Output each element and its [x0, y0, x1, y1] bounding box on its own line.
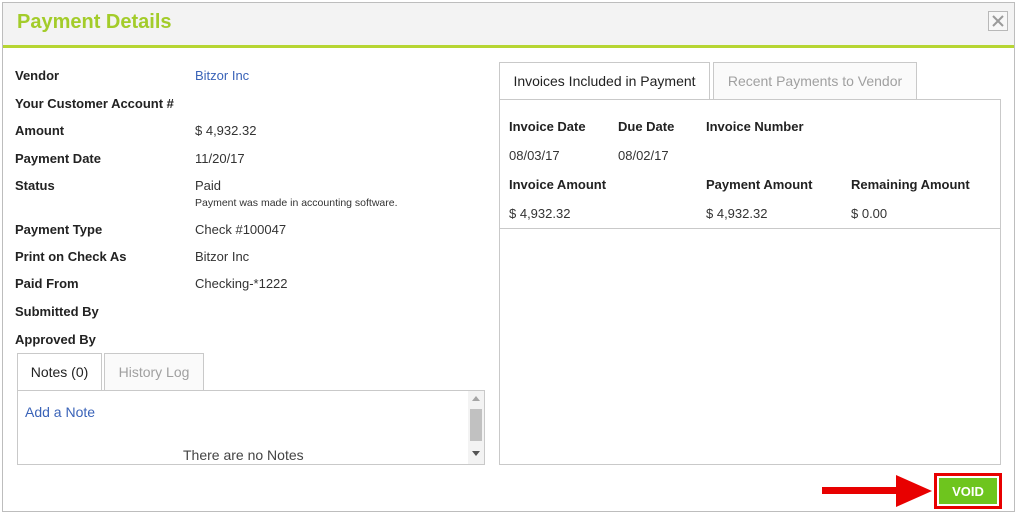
arrow-right-icon	[822, 475, 932, 507]
tab-invoices-included[interactable]: Invoices Included in Payment	[499, 62, 710, 100]
paid-from-label: Paid From	[15, 276, 79, 291]
amount-label: Amount	[15, 123, 65, 138]
dialog-title: Payment Details	[17, 11, 172, 33]
payment-date-value: 11/20/17	[195, 151, 245, 166]
payment-amount-value: $ 4,932.32	[706, 206, 768, 221]
print-as-value: Bitzor Inc	[195, 249, 250, 264]
header-payment-amount: Payment Amount	[706, 177, 813, 192]
table-divider	[500, 228, 1000, 229]
tab-notes[interactable]: Notes (0)	[17, 353, 102, 391]
invoice-amount-link[interactable]: $ 4,932.32	[509, 206, 570, 221]
due-date-value: 08/02/17	[618, 148, 669, 163]
scroll-down-icon[interactable]	[472, 451, 480, 456]
paid-from-value: Checking-*1222	[195, 276, 288, 291]
header-remaining-amount: Remaining Amount	[851, 177, 970, 192]
close-button[interactable]	[988, 11, 1008, 31]
close-icon	[992, 15, 1004, 27]
vendor-label: Vendor	[15, 68, 60, 83]
dialog-header: Payment Details	[3, 3, 1014, 48]
header-due-date: Due Date	[618, 119, 675, 134]
header-invoice-amount: Invoice Amount	[509, 177, 607, 192]
payment-date-label: Payment Date	[15, 151, 101, 166]
void-highlight: VOID	[934, 473, 1002, 509]
tab-history-log[interactable]: History Log	[104, 353, 204, 391]
invoices-panel: Invoice Date Due Date Invoice Number 08/…	[499, 99, 1001, 465]
print-as-label: Print on Check As	[15, 249, 127, 264]
header-invoice-number: Invoice Number	[706, 119, 804, 134]
status-label: Status	[15, 178, 55, 193]
scrollbar-thumb[interactable]	[470, 409, 482, 441]
payment-type-label: Payment Type	[15, 222, 103, 237]
account-label: Your Customer Account #	[15, 96, 174, 111]
remaining-amount-value: $ 0.00	[851, 206, 888, 221]
scroll-up-icon[interactable]	[472, 396, 480, 401]
status-value: Paid	[195, 178, 222, 193]
tab-recent-payments[interactable]: Recent Payments to Vendor	[713, 62, 917, 100]
notes-panel: Add a Note There are no Notes	[17, 390, 485, 465]
no-notes-text: There are no Notes	[183, 447, 304, 463]
submitted-by-label: Submitted By	[15, 304, 99, 319]
add-note-link[interactable]: Add a Note	[25, 404, 95, 420]
notes-scrollbar[interactable]	[468, 391, 484, 464]
status-note: Payment was made in accounting software.	[195, 197, 398, 209]
payment-type-value: Check #100047	[195, 222, 287, 237]
header-invoice-date: Invoice Date	[509, 119, 586, 134]
void-button[interactable]: VOID	[939, 478, 997, 504]
vendor-link[interactable]: Bitzor Inc	[195, 68, 249, 83]
invoice-date-value: 08/03/17	[509, 148, 560, 163]
amount-value: $ 4,932.32	[195, 123, 257, 138]
approved-by-label: Approved By	[15, 332, 96, 347]
